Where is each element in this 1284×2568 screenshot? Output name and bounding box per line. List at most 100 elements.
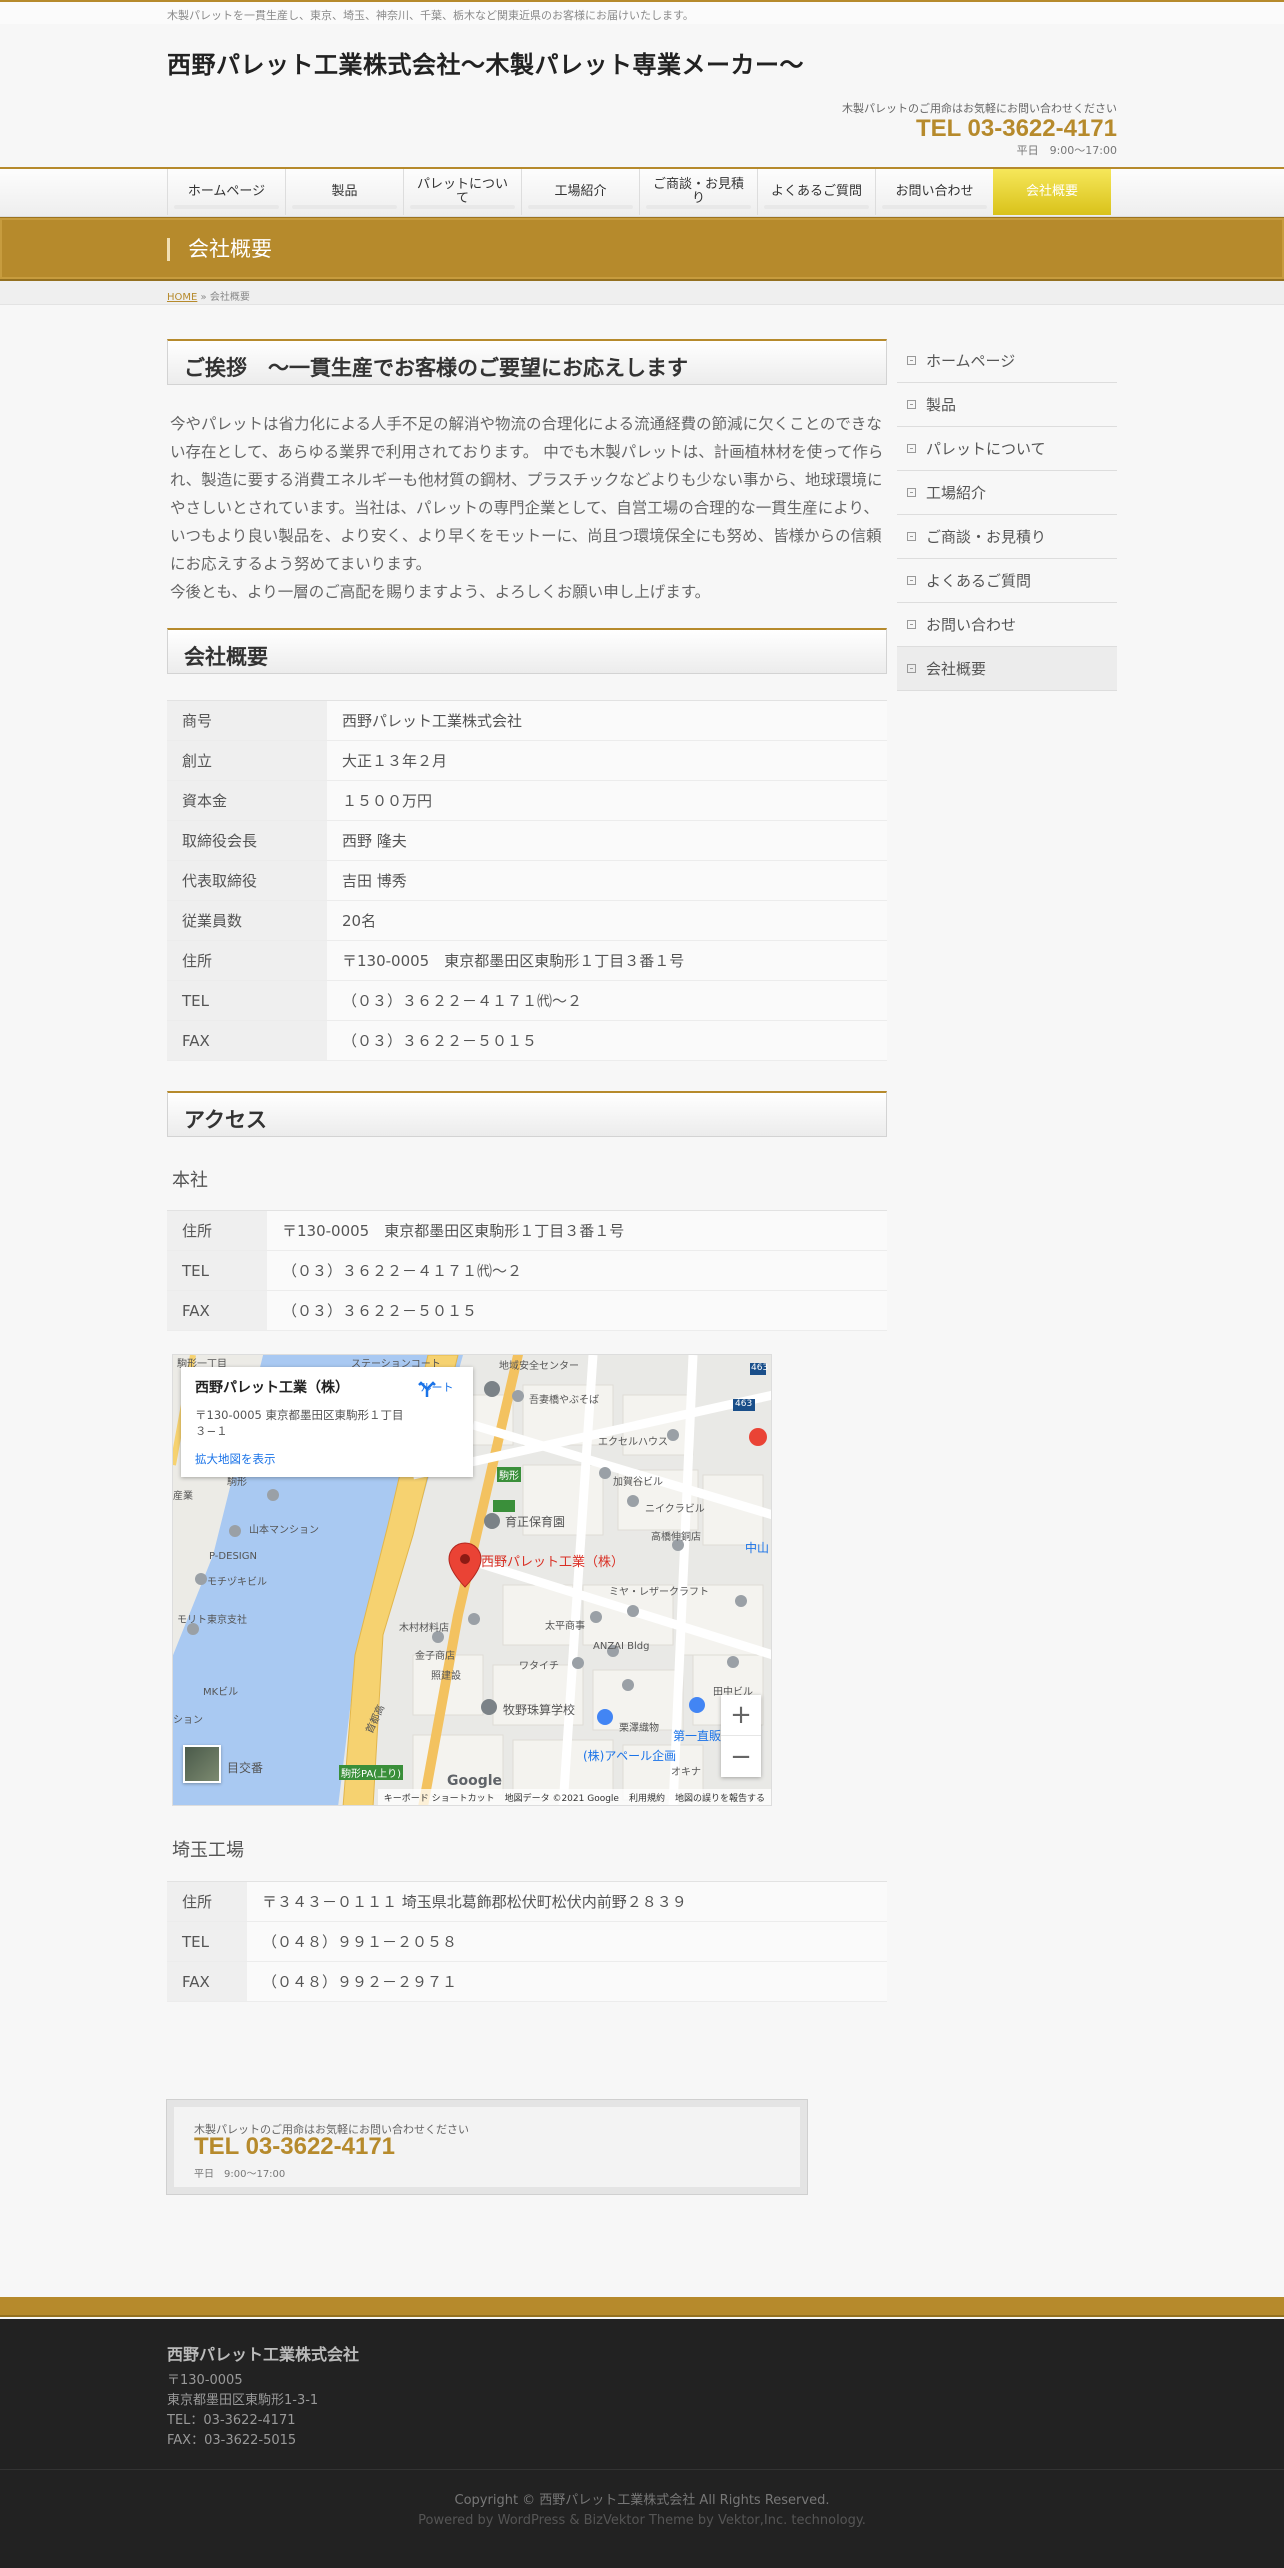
map-keyboard-shortcuts[interactable]: キーボード ショートカット [384,1791,495,1804]
table-row: 従業員数 20名 [167,900,887,941]
nav-item-home[interactable]: ホームページ [167,169,285,215]
greeting-closing: 今後とも、より一層のご高配を賜りますよう、よろしくお願い申し上げます。 [170,583,711,601]
directions-icon [418,1381,436,1397]
footer-powered-by[interactable]: Powered by WordPress & BizVektor Theme b… [0,2511,1284,2531]
map-label: 第一直販 [673,1729,722,1743]
overview-value: １５００万円 [327,780,887,821]
cta-hours: 平日 9:00～17:00 [194,2169,286,2180]
footer-postal: 〒130-0005 [167,2373,243,2388]
factory-label: FAX [167,1961,247,2002]
sidebar-item-quote[interactable]: ご商談・お見積り [897,515,1117,559]
factory-value: （０４８）９９２－２９７１ [247,1961,887,2002]
footer-band [0,2297,1284,2317]
table-row: TEL （０４８）９９１－２０５８ [167,1921,887,1962]
overview-value: 〒130-0005 東京都墨田区東駒形１丁目３番１号 [327,940,887,981]
header-contact: 木製パレットのご用命はお気軽にお問い合わせください TEL 03-3622-41… [842,100,1117,158]
table-row: 住所 〒130-0005 東京都墨田区東駒形１丁目３番１号 [167,1210,887,1251]
footer-divider [0,2469,1284,2470]
breadcrumb-home-link[interactable]: HOME [167,292,197,303]
header-contact-lead: 木製パレットのご用命はお気軽にお問い合わせください [842,102,1117,115]
head-office-value: （０３）３６２２－４１７１㈹～２ [267,1250,887,1291]
table-row: 資本金 １５００万円 [167,780,887,821]
sidebar-item-home[interactable]: ホームページ [897,339,1117,383]
head-office-table: 住所 〒130-0005 東京都墨田区東駒形１丁目３番１号 TEL （０３）３６２２… [167,1210,887,1331]
page-header: 会社概要 [0,217,1284,281]
satellite-toggle[interactable] [183,1745,221,1783]
map-label: 駒形PA(上り) [339,1765,404,1780]
greeting-text: 今やパレットは省力化による人手不足の解消や物流の合理化による流通経費の節減に欠く… [170,410,884,606]
sidebar-item-label: パレットについて [926,440,1046,458]
map-pin-label[interactable]: 西野パレット工業（株） [481,1551,624,1570]
map-label: ション [173,1715,203,1726]
access-heading-box: アクセス [167,1091,887,1137]
zoom-in-button[interactable]: + [721,1695,761,1736]
sidebar-item-faq[interactable]: よくあるご質問 [897,559,1117,603]
breadcrumb-separator: » [200,292,207,303]
map-label: MKビル [203,1687,239,1698]
map-label: 照建設 [431,1671,461,1682]
overview-heading-box: 会社概要 [167,628,887,674]
factory-label: 住所 [167,1881,247,1922]
map-label: P-DESIGN [209,1551,257,1562]
bullet-box-icon [907,664,916,673]
cta-tel[interactable]: TEL 03-3622-4171 [194,2133,395,2161]
overview-value: 吉田 博秀 [327,860,887,901]
head-office-value: （０３）３６２２－５０１５ [267,1290,887,1331]
map-label: ニイクラビル [645,1504,705,1515]
site-title[interactable]: 西野パレット工業株式会社～木製パレット専業メーカー～ [167,45,804,80]
table-row: FAX （０４８）９９２－２９７１ [167,1961,887,2002]
contact-cta-box: 木製パレットのご用命はお気軽にお問い合わせください TEL 03-3622-41… [166,2099,808,2195]
footer-copyright-block: Copyright © 西野パレット工業株式会社 All Rights Rese… [0,2491,1284,2531]
nav-item-quote[interactable]: ご商談・お見積り [639,169,757,215]
footer-address: 東京都墨田区東駒形1-3-1 [167,2393,319,2408]
greeting-heading: ご挨拶 ～一貫生産でお客様のご要望にお応えします [184,356,688,380]
sidebar-item-label: 工場紹介 [926,484,987,502]
overview-value: （０３）３６２２－５０１５ [327,1020,887,1061]
nav-item-about-pallets[interactable]: パレットについて [403,169,521,215]
access-heading: アクセス [184,1108,267,1132]
embedded-map[interactable]: 地域安全センター 吾妻橋やぶそば エクセルハウス 加賀谷ビル ニイクラビル 高橋… [172,1354,772,1806]
header-tel[interactable]: TEL 03-3622-4171 [842,115,1117,142]
map-route-button[interactable]: ルート [417,1379,457,1397]
head-office-label: TEL [167,1250,267,1291]
head-office-value: 〒130-0005 東京都墨田区東駒形１丁目３番１号 [267,1210,887,1251]
factory-title: 埼玉工場 [172,1840,244,1861]
sidebar-item-about-pallets[interactable]: パレットについて [897,427,1117,471]
map-terms-link[interactable]: 利用規約 [629,1791,665,1804]
map-label: オキナ [671,1767,701,1778]
footer-copyright: Copyright © 西野パレット工業株式会社 All Rights Rese… [454,2493,830,2508]
nav-item-contact[interactable]: お問い合わせ [875,169,993,215]
table-row: FAX （０３）３６２２－５０１５ [167,1290,887,1331]
nav-item-factory[interactable]: 工場紹介 [521,169,639,215]
map-label: 地域安全センター [499,1361,579,1372]
overview-label: 資本金 [167,780,327,821]
bullet-box-icon [907,620,916,629]
table-row: 創立 大正１３年２月 [167,740,887,781]
map-label: 目交番 [227,1761,264,1775]
sidebar-item-products[interactable]: 製品 [897,383,1117,427]
map-report-link[interactable]: 地図の誤りを報告する [675,1791,765,1804]
greeting-heading-box: ご挨拶 ～一貫生産でお客様のご要望にお応えします [167,339,887,385]
header-hours: 平日 9:00～17:00 [1016,144,1117,158]
factory-value: （０４８）９９１－２０５８ [247,1921,887,1962]
map-enlarge-link[interactable]: 拡大地図を表示 [195,1451,459,1467]
nav-item-company[interactable]: 会社概要 [993,169,1111,215]
sidebar-item-label: お問い合わせ [926,616,1017,634]
map-label: ミヤ・レザークラフト [609,1587,709,1598]
nav-item-faq[interactable]: よくあるご質問 [757,169,875,215]
route-shield-label: 463 [751,1363,769,1373]
factory-value: 〒３４３－０１１１ 埼玉県北葛飾郡松伏町松伏内前野２８３９ [247,1881,887,1922]
map-label: (株)アペール企画 [583,1749,677,1763]
nav-item-products[interactable]: 製品 [285,169,403,215]
zoom-out-button[interactable]: − [721,1736,761,1777]
table-row: 住所 〒３４３－０１１１ 埼玉県北葛飾郡松伏町松伏内前野２８３９ [167,1881,887,1922]
sidebar-item-factory[interactable]: 工場紹介 [897,471,1117,515]
sidebar-item-company[interactable]: 会社概要 [897,647,1117,691]
map-label: 駒形 [497,1467,521,1482]
head-office-label: 住所 [167,1210,267,1251]
company-overview-table: 商号 西野パレット工業株式会社 創立 大正１３年２月 資本金 １５００万円 取締役会長… [167,700,887,1061]
map-label: 中山 [745,1541,770,1555]
bullet-box-icon [907,532,916,541]
map-label: ANZAI Bldg [593,1641,650,1652]
sidebar-item-contact[interactable]: お問い合わせ [897,603,1117,647]
